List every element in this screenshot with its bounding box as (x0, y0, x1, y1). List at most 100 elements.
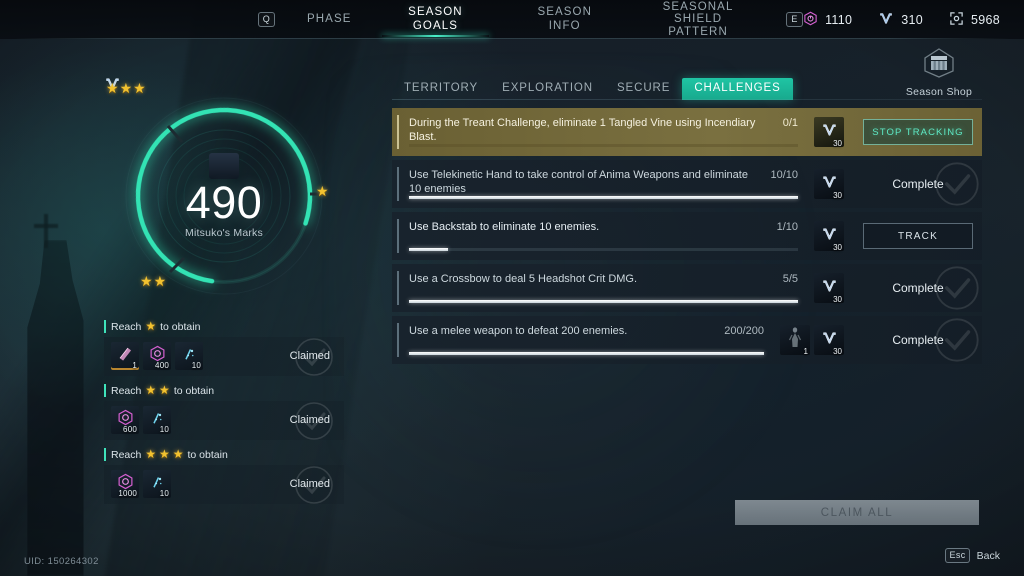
reward-qty: 30 (833, 191, 842, 200)
tier-star-requirement: ★ (145, 320, 156, 333)
challenge-content: Use a melee weapon to defeat 200 enemies… (401, 316, 776, 364)
goals-panel: TERRITORY EXPLORATION SECURE CHALLENGES … (392, 74, 982, 364)
ring-marker-tier2: ★ ★ (140, 274, 166, 288)
challenge-text-row: Use Backstab to eliminate 10 enemies. 1/… (409, 218, 798, 235)
challenge-rewards: 30 (810, 221, 854, 252)
challenge-action: TRACK (854, 212, 982, 260)
currency-credits-value: 5968 (970, 12, 1000, 27)
challenge-row[interactable]: Use a Crossbow to deal 5 Headshot Crit D… (392, 264, 982, 312)
star-icon: ★ (159, 383, 170, 397)
star-icon: ★ (172, 447, 184, 461)
tab-season-info-label: SEASON INFO (537, 6, 592, 32)
reward-qty: 30 (833, 139, 842, 148)
challenge-progress-bar (409, 352, 764, 355)
mitsukos-mark-icon (878, 11, 894, 29)
tier-label-prefix: Reach (111, 384, 142, 397)
stop-tracking-button[interactable]: STOP TRACKING (863, 119, 973, 145)
reward-mitsukos-marks[interactable]: 30 (814, 273, 844, 304)
tier-status: Claimed (289, 350, 330, 362)
reward-character-item[interactable]: 1 (780, 325, 810, 356)
tier-label-suffix: to obtain (160, 320, 201, 333)
tab-seasonal-shield-pattern[interactable]: SEASONAL SHIELD PATTERN (626, 0, 770, 39)
challenge-progress-fill (409, 196, 798, 199)
challenge-progress-bar (409, 248, 798, 251)
challenge-progress-fill (409, 300, 798, 303)
tab-phase[interactable]: PHASE (291, 0, 368, 39)
tier-header: Reach ★ ★ to obtain (104, 380, 344, 401)
star-icon: ★ (119, 80, 133, 96)
challenge-content: Use Backstab to eliminate 10 enemies. 1/… (401, 212, 810, 260)
claim-all-button[interactable]: CLAIM ALL (735, 500, 979, 525)
hex-gem-icon (803, 11, 818, 29)
star-icon: ★ (153, 273, 167, 289)
challenge-progress-text: 0/1 (782, 117, 798, 129)
tier-label-suffix: to obtain (187, 448, 228, 461)
challenge-progress-text: 200/200 (724, 325, 764, 337)
back-hint[interactable]: Esc Back (945, 548, 1000, 563)
reward-item-shard[interactable]: 10 (143, 406, 171, 434)
key-hint-q[interactable]: Q (258, 12, 275, 27)
subtab-territory[interactable]: TERRITORY (392, 78, 490, 100)
tier-rewards: 600 10 (111, 406, 171, 434)
reward-mitsukos-marks[interactable]: 30 (814, 325, 844, 356)
tab-season-goals-label: SEASON GOALS (408, 6, 463, 32)
challenge-rewards: 30 (810, 273, 854, 304)
reward-mitsukos-marks[interactable]: 30 (814, 117, 844, 148)
challenge-action: Complete (854, 316, 982, 364)
season-shop-button[interactable]: Season Shop (884, 47, 994, 98)
tab-season-info[interactable]: SEASON INFO (503, 0, 626, 39)
challenge-row[interactable]: Use Telekinetic Hand to take control of … (392, 160, 982, 208)
star-icon: ★ (159, 447, 170, 461)
reward-qty: 1000 (118, 489, 137, 498)
reward-mitsukos-marks[interactable]: 30 (814, 169, 844, 200)
subtab-secure[interactable]: SECURE (605, 78, 682, 100)
tier-star-requirement: ★ ★ (145, 384, 169, 397)
tier-label-suffix: to obtain (173, 384, 215, 397)
subtab-challenges[interactable]: CHALLENGES (682, 78, 793, 100)
tab-shield-pattern-line1: SEASONAL (662, 0, 734, 13)
ring-marker-tier3: ★ ★ ★ (106, 81, 146, 95)
tab-season-goals[interactable]: SEASON GOALS (368, 0, 504, 39)
challenge-action: Complete (854, 160, 982, 208)
currency-mitsukos-marks[interactable]: 310 (878, 11, 923, 29)
shop-icon (919, 48, 959, 83)
ring-marker-tier1: ★ (316, 184, 329, 198)
season-progress-ring: ★ ★ ★ ★ ★ ★ 490 Mitsuko's Marks (104, 76, 344, 316)
subtab-exploration[interactable]: EXPLORATION (490, 78, 605, 100)
reward-qty: 400 (155, 361, 169, 370)
reward-tier-list: Reach ★ to obtain 1 400 10 Claimed Reach… (104, 316, 344, 508)
challenge-row[interactable]: Use a melee weapon to defeat 200 enemies… (392, 316, 982, 364)
key-hint-esc[interactable]: Esc (945, 548, 970, 563)
marks-value: 490 (185, 177, 263, 228)
reward-mitsukos-marks[interactable]: 30 (814, 221, 844, 252)
challenge-row[interactable]: Use Backstab to eliminate 10 enemies. 1/… (392, 212, 982, 260)
key-hint-e[interactable]: E (786, 12, 804, 27)
challenge-description: Use Telekinetic Hand to take control of … (409, 169, 748, 195)
reward-qty: 600 (123, 425, 137, 434)
reward-item-gem[interactable]: 600 (111, 406, 139, 434)
reward-item-shard[interactable]: 10 (175, 342, 203, 370)
reward-tier: Reach ★ ★ to obtain 600 10 Claimed (104, 380, 344, 440)
track-button[interactable]: TRACK (863, 223, 973, 249)
reward-item-weapon-skin[interactable]: 1 (111, 342, 139, 370)
tier-label-prefix: Reach (111, 320, 142, 333)
reward-item-shard[interactable]: 10 (143, 470, 171, 498)
star-icon: ★ (145, 383, 157, 397)
currency-credits[interactable]: 5968 (949, 11, 1000, 29)
challenge-status-complete: Complete (892, 281, 944, 295)
character-item-icon (788, 326, 802, 355)
reward-item-gem[interactable]: 1000 (111, 470, 139, 498)
challenge-text-row: Use a melee weapon to defeat 200 enemies… (409, 322, 764, 339)
currency-premium[interactable]: 1110 (803, 11, 852, 29)
challenge-text-row: Use Telekinetic Hand to take control of … (409, 166, 798, 196)
reward-qty: 30 (833, 243, 842, 252)
challenge-status-complete: Complete (892, 177, 944, 191)
user-id-label: UID: 150264302 (24, 556, 99, 567)
reward-qty: 10 (159, 489, 169, 498)
marks-label: Mitsuko's Marks (185, 227, 263, 239)
challenge-progress-bar (409, 196, 798, 199)
tier-star-requirement: ★ ★ ★ (145, 448, 183, 461)
challenge-text-row: During the Treant Challenge, eliminate 1… (409, 114, 798, 144)
reward-item-gem[interactable]: 400 (143, 342, 171, 370)
challenge-row[interactable]: During the Treant Challenge, eliminate 1… (392, 108, 982, 156)
